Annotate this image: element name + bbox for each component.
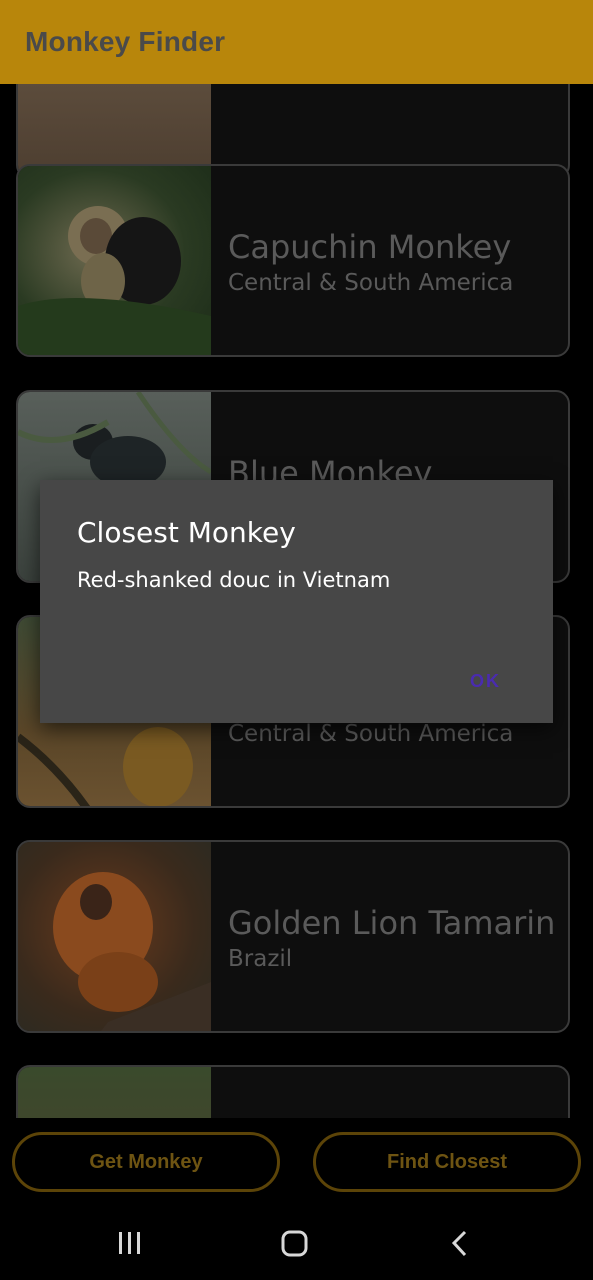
monkey-name: Golden Lion Tamarin (228, 904, 556, 942)
tamarin-image (53, 872, 211, 1031)
dialog-ok-button[interactable]: OK (470, 671, 501, 692)
closest-monkey-dialog: Closest Monkey Red-shanked douc in Vietn… (40, 480, 553, 723)
monkey-thumbnail (18, 1067, 211, 1118)
button-bar: Get Monkey Find Closest (0, 1118, 593, 1210)
app-bar: Monkey Finder (0, 0, 593, 84)
dialog-title: Closest Monkey (77, 516, 296, 549)
dialog-message: Red-shanked douc in Vietnam (77, 568, 391, 592)
monkey-card[interactable] (16, 1065, 570, 1118)
get-monkey-button[interactable]: Get Monkey (12, 1132, 280, 1192)
monkey-location: Central & South America (228, 270, 514, 296)
monkey-name: Capuchin Monkey (228, 228, 512, 266)
app-title: Monkey Finder (25, 26, 226, 57)
monkey-location: Brazil (228, 946, 293, 972)
recents-icon[interactable] (117, 1230, 143, 1263)
monkey-thumbnail (18, 842, 211, 1031)
capuchin-image (18, 206, 211, 355)
home-icon[interactable] (281, 1230, 309, 1263)
system-nav-bar (0, 1210, 593, 1280)
monkey-card[interactable]: Capuchin Monkey Central & South America (16, 164, 570, 357)
find-closest-button[interactable]: Find Closest (313, 1132, 581, 1192)
monkey-card[interactable]: Golden Lion Tamarin Brazil (16, 840, 570, 1033)
back-icon[interactable] (448, 1230, 472, 1263)
monkey-thumbnail (18, 166, 211, 355)
monkey-location: Central & South America (228, 721, 514, 747)
